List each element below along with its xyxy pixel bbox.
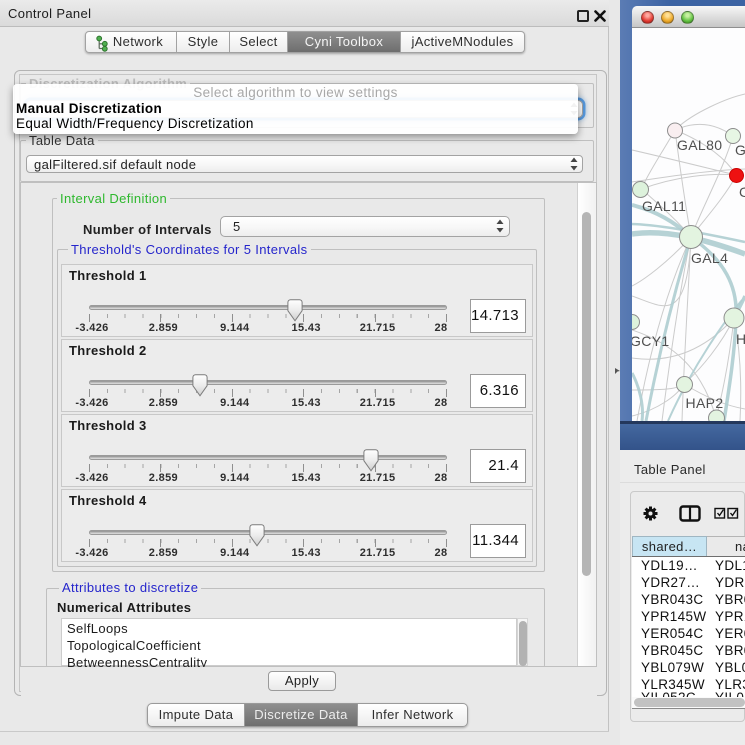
svg-text:GA: GA — [735, 142, 745, 158]
svg-text:GAL4: GAL4 — [691, 250, 728, 266]
svg-text:GCY1: GCY1 — [632, 333, 670, 349]
svg-text:GAL11: GAL11 — [642, 198, 686, 214]
svg-text:C: C — [739, 184, 745, 200]
svg-text:GAL80: GAL80 — [677, 137, 722, 153]
svg-text:H: H — [736, 331, 745, 347]
svg-text:HAP2: HAP2 — [686, 395, 724, 411]
